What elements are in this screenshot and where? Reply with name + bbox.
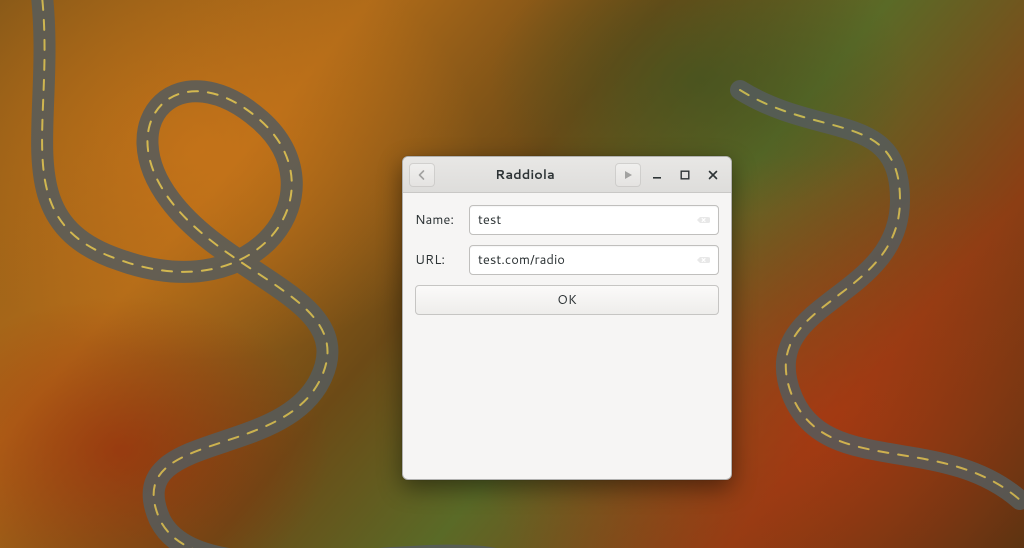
- url-entry[interactable]: [469, 245, 719, 275]
- clear-icon[interactable]: [694, 211, 712, 229]
- name-row: Name:: [415, 205, 719, 235]
- ok-button-label: OK: [557, 291, 577, 309]
- clear-icon[interactable]: [694, 251, 712, 269]
- close-icon: [708, 170, 718, 180]
- play-button[interactable]: [615, 163, 641, 187]
- close-button[interactable]: [701, 163, 725, 187]
- name-entry[interactable]: [469, 205, 719, 235]
- back-button[interactable]: [409, 163, 435, 187]
- name-label: Name:: [415, 211, 459, 229]
- name-input[interactable]: [478, 211, 694, 229]
- form-area: Name: URL: OK: [403, 193, 731, 479]
- url-label: URL:: [415, 251, 459, 269]
- minimize-button[interactable]: [645, 163, 669, 187]
- maximize-button[interactable]: [673, 163, 697, 187]
- desktop-wallpaper: Raddiola: [0, 0, 1024, 548]
- app-window: Raddiola: [402, 156, 732, 480]
- play-icon: [622, 169, 634, 181]
- minimize-icon: [652, 170, 662, 180]
- titlebar[interactable]: Raddiola: [403, 157, 731, 193]
- ok-button[interactable]: OK: [415, 285, 719, 315]
- maximize-icon: [680, 170, 690, 180]
- window-title: Raddiola: [439, 166, 611, 184]
- url-input[interactable]: [478, 251, 694, 269]
- chevron-left-icon: [416, 169, 428, 181]
- url-row: URL:: [415, 245, 719, 275]
